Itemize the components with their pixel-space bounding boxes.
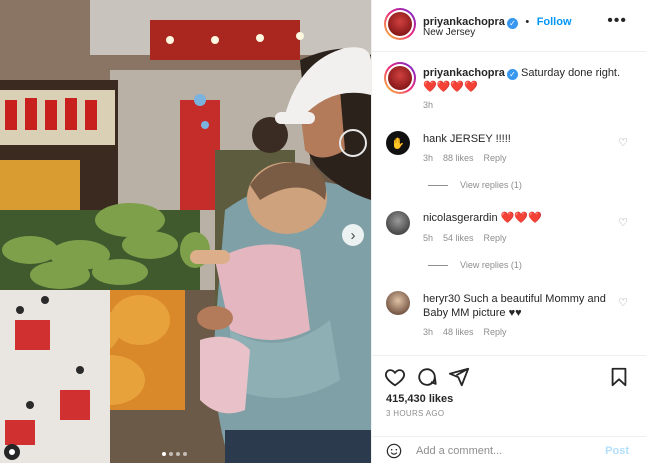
comment-input[interactable] (416, 442, 596, 460)
comment-like-heart-icon[interactable]: ♡ (618, 136, 628, 149)
carousel-dot (183, 452, 187, 456)
comment-reply-button[interactable]: Reply (484, 327, 507, 337)
more-options-icon[interactable]: ••• (607, 12, 627, 30)
comment-avatar[interactable] (386, 291, 410, 315)
post-comment-button[interactable]: Post (605, 445, 629, 457)
comment-username[interactable]: nicolasgerardin (423, 212, 498, 224)
comment-reply-button[interactable]: Reply (484, 233, 507, 243)
chevron-right-icon: › (350, 226, 356, 244)
comment-reply-button[interactable]: Reply (484, 153, 507, 163)
post-actions: 415,430 likes 3 HOURS AGO (372, 355, 646, 427)
caption-author-username[interactable]: priyankachopra (423, 67, 505, 79)
save-bookmark-icon[interactable] (608, 366, 630, 388)
comment-likes[interactable]: 48 likes (443, 327, 474, 337)
comment-username[interactable]: heryr30 (423, 293, 460, 305)
caption-author-avatar[interactable] (384, 62, 416, 94)
post-header: priyankachopra ✓ • Follow New Jersey ••• (372, 0, 646, 52)
comment: hank JERSEY !!!!! (423, 132, 623, 146)
comment-like-heart-icon[interactable]: ♡ (618, 296, 628, 309)
location-link[interactable]: New Jersey (423, 27, 475, 38)
photo-illustration (0, 0, 371, 463)
author-avatar[interactable] (384, 8, 416, 40)
comment-text: JERSEY !!!!! (449, 133, 511, 145)
comment-avatar[interactable] (386, 211, 410, 235)
carousel-dot (162, 452, 166, 456)
caption: priyankachopra ✓ Saturday done right. ❤️❤… (423, 66, 633, 94)
verified-badge-icon: ✓ (506, 69, 518, 80)
comment-avatar[interactable]: ✋ (386, 131, 410, 155)
comment-meta: 3h 88 likes Reply (423, 153, 517, 163)
post-photo[interactable]: › (0, 0, 371, 463)
likes-count[interactable]: 415,430 likes (386, 393, 453, 405)
comment-icon[interactable] (416, 366, 438, 388)
comment-text: ❤️❤️❤️ (500, 212, 542, 224)
view-replies-label: View replies (1) (460, 180, 522, 190)
tagged-users-icon[interactable] (4, 444, 20, 460)
comment: nicolasgerardin ❤️❤️❤️ (423, 211, 623, 225)
view-replies-label: View replies (1) (460, 260, 522, 270)
carousel-dots (162, 452, 187, 456)
hand-icon: ✋ (391, 137, 405, 150)
comment-meta: 5h 54 likes Reply (423, 233, 517, 243)
view-replies-button[interactable]: View replies (1) (428, 260, 522, 270)
comment-meta: 3h 48 likes Reply (423, 327, 517, 337)
add-comment-bar: Post (372, 436, 646, 463)
comment-username[interactable]: hank (423, 133, 447, 145)
caption-time: 3h (423, 100, 434, 110)
post-time-ago: 3 HOURS AGO (386, 409, 445, 418)
emoji-icon[interactable] (386, 443, 402, 459)
view-replies-button[interactable]: View replies (1) (428, 180, 522, 190)
post-side-panel: priyankachopra ✓ • Follow New Jersey ••• … (371, 0, 646, 463)
comment-time: 5h (423, 233, 434, 243)
carousel-dot (176, 452, 180, 456)
follow-button[interactable]: Follow (537, 16, 572, 28)
comment-likes[interactable]: 54 likes (443, 233, 474, 243)
verified-badge-icon: ✓ (506, 18, 518, 29)
comment: heryr30 Such a beautiful Mommy and Baby … (423, 292, 623, 320)
comment-like-heart-icon[interactable]: ♡ (618, 216, 628, 229)
share-icon[interactable] (448, 366, 470, 388)
comment-time: 3h (423, 153, 434, 163)
carousel-dot (169, 452, 173, 456)
comment-likes[interactable]: 88 likes (443, 153, 474, 163)
like-heart-icon[interactable] (384, 366, 406, 388)
comment-time: 3h (423, 327, 434, 337)
next-slide-button[interactable]: › (342, 224, 364, 246)
